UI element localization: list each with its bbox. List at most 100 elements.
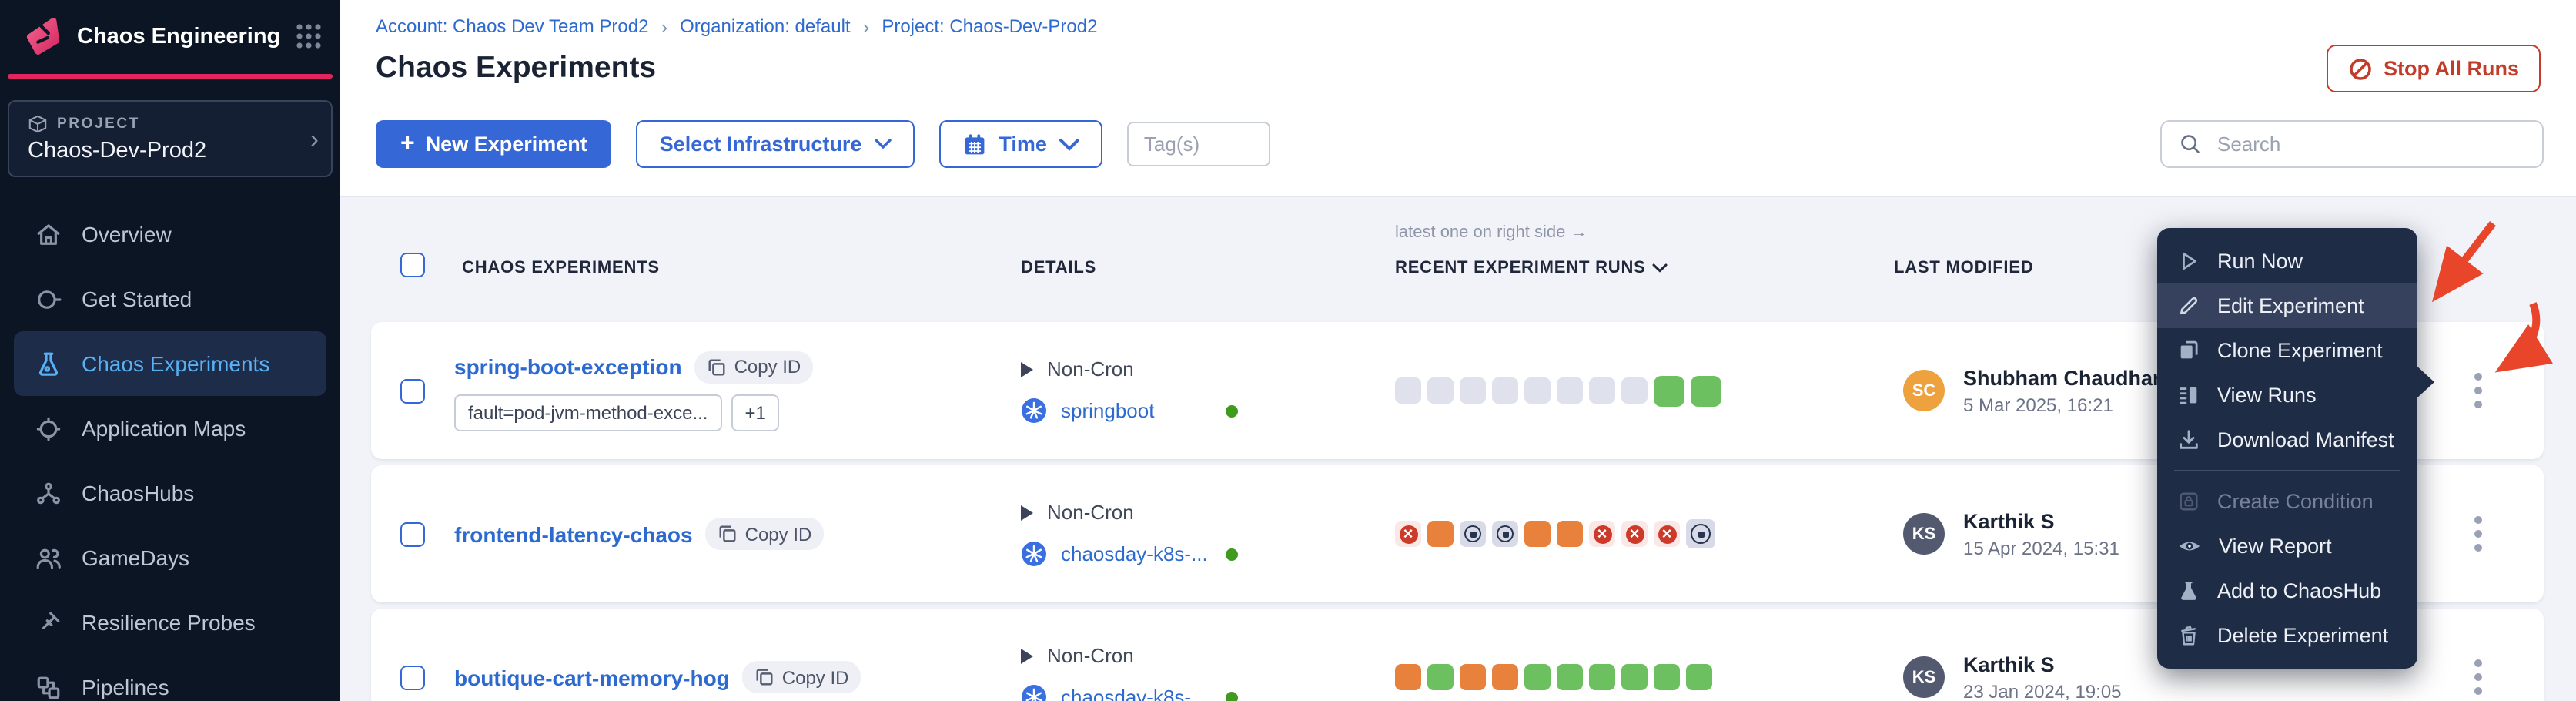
run-indicator-warning[interactable] bbox=[1460, 664, 1486, 690]
row-checkbox[interactable] bbox=[400, 665, 425, 689]
menu-item-download-manifest[interactable]: Download Manifest bbox=[2157, 418, 2417, 462]
column-header-last-modified[interactable]: LAST MODIFIED bbox=[1894, 259, 2034, 277]
menu-item-edit-experiment[interactable]: Edit Experiment bbox=[2157, 283, 2417, 328]
app-grid-icon[interactable] bbox=[294, 22, 323, 51]
copy-id-button[interactable]: Copy ID bbox=[705, 518, 825, 550]
tags-filter-input[interactable] bbox=[1127, 122, 1270, 166]
menu-item-run-now[interactable]: Run Now bbox=[2157, 239, 2417, 283]
experiment-name-link[interactable]: boutique-cart-memory-hog bbox=[454, 665, 730, 689]
infrastructure-link[interactable]: springboot bbox=[1061, 399, 1154, 422]
experiment-name-link[interactable]: frontend-latency-chaos bbox=[454, 522, 693, 546]
run-indicator-empty[interactable] bbox=[1460, 377, 1486, 404]
run-indicator-warning[interactable] bbox=[1492, 664, 1518, 690]
row-menu-button[interactable] bbox=[2459, 651, 2496, 701]
runs-list-icon bbox=[2177, 384, 2200, 407]
sidebar-item-gamedays[interactable]: GameDays bbox=[14, 525, 326, 590]
run-indicator-passed[interactable] bbox=[1557, 664, 1583, 690]
tag-chip[interactable]: fault=pod-jvm-method-exce... bbox=[454, 394, 722, 431]
sidebar-item-chaoshubs[interactable]: ChaosHubs bbox=[14, 461, 326, 525]
sidebar-item-resilience-probes[interactable]: Resilience Probes bbox=[14, 590, 326, 655]
run-indicator-passed[interactable] bbox=[1621, 664, 1648, 690]
menu-item-add-to-chaoshub[interactable]: Add to ChaosHub bbox=[2157, 569, 2417, 613]
run-indicator-stopped[interactable] bbox=[1460, 521, 1486, 547]
run-indicator-empty[interactable] bbox=[1621, 377, 1648, 404]
column-header-recent-runs[interactable]: RECENT EXPERIMENT RUNS bbox=[1395, 259, 1668, 277]
menu-item-view-runs[interactable]: View Runs bbox=[2157, 373, 2417, 418]
select-all-checkbox[interactable] bbox=[400, 253, 425, 277]
kubernetes-icon bbox=[1021, 397, 1047, 424]
breadcrumb-organization[interactable]: Organization: default bbox=[680, 15, 851, 37]
sidebar-item-overview[interactable]: Overview bbox=[14, 202, 326, 267]
modified-date: 5 Mar 2025, 16:21 bbox=[1963, 394, 2173, 415]
search-box[interactable] bbox=[2160, 120, 2544, 168]
column-header-details[interactable]: DETAILS bbox=[1021, 259, 1096, 277]
run-indicator-passed[interactable] bbox=[1686, 664, 1712, 690]
probe-icon bbox=[34, 609, 62, 636]
menu-item-view-report[interactable]: View Report bbox=[2157, 524, 2417, 569]
new-experiment-button[interactable]: + New Experiment bbox=[376, 120, 612, 168]
sidebar-item-get-started[interactable]: Get Started bbox=[14, 267, 326, 331]
select-infrastructure-dropdown[interactable]: Select Infrastructure bbox=[637, 120, 915, 168]
row-checkbox[interactable] bbox=[400, 522, 425, 546]
row-menu-button[interactable] bbox=[2459, 508, 2496, 560]
sidebar-nav: Overview Get Started Chaos Experiments bbox=[0, 202, 340, 701]
run-indicator-passed[interactable] bbox=[1589, 664, 1615, 690]
sidebar: Chaos Engineering PROJECT Chaos-Dev-Prod… bbox=[0, 0, 340, 701]
run-indicator-warning[interactable] bbox=[1427, 521, 1454, 547]
run-indicator-empty[interactable] bbox=[1589, 377, 1615, 404]
run-indicator-stopped[interactable] bbox=[1492, 521, 1518, 547]
row-menu-button[interactable] bbox=[2459, 364, 2496, 417]
chevron-right-icon: › bbox=[661, 15, 667, 38]
modified-date: 23 Jan 2024, 19:05 bbox=[1963, 680, 2122, 701]
run-indicator-passed[interactable] bbox=[1654, 375, 1684, 406]
tag-count-chip[interactable]: +1 bbox=[731, 394, 780, 431]
run-indicator-empty[interactable] bbox=[1524, 377, 1551, 404]
avatar: SC bbox=[1903, 370, 1945, 411]
run-indicator-failed[interactable] bbox=[1654, 521, 1680, 547]
copy-id-button[interactable]: Copy ID bbox=[694, 350, 814, 383]
sidebar-item-chaos-experiments[interactable]: Chaos Experiments bbox=[14, 331, 326, 396]
stop-all-runs-label: Stop All Runs bbox=[2384, 57, 2519, 80]
sidebar-item-application-maps[interactable]: Application Maps bbox=[14, 396, 326, 461]
run-indicator-passed[interactable] bbox=[1524, 664, 1551, 690]
run-indicator-empty[interactable] bbox=[1395, 377, 1421, 404]
copy-icon bbox=[718, 524, 738, 544]
run-indicator-failed[interactable] bbox=[1621, 521, 1648, 547]
row-checkbox[interactable] bbox=[400, 378, 425, 403]
run-indicator-passed[interactable] bbox=[1427, 664, 1454, 690]
copy-icon bbox=[754, 667, 774, 687]
experiment-name-link[interactable]: spring-boot-exception bbox=[454, 354, 682, 379]
copy-id-button[interactable]: Copy ID bbox=[742, 661, 861, 693]
run-indicator-failed[interactable] bbox=[1589, 521, 1615, 547]
prohibit-icon bbox=[2348, 56, 2373, 81]
run-indicator-passed[interactable] bbox=[1654, 664, 1680, 690]
run-indicator-empty[interactable] bbox=[1427, 377, 1454, 404]
breadcrumb-account[interactable]: Account: Chaos Dev Team Prod2 bbox=[376, 15, 648, 37]
run-indicator-passed[interactable] bbox=[1691, 375, 1721, 406]
sidebar-item-pipelines[interactable]: Pipelines bbox=[14, 655, 326, 701]
modified-by-name: Karthik S bbox=[1963, 509, 2119, 532]
time-filter-dropdown[interactable]: Time bbox=[938, 120, 1102, 168]
infrastructure-link[interactable]: chaosday-k8s-... bbox=[1061, 542, 1208, 565]
plus-icon: + bbox=[400, 132, 415, 156]
stop-all-runs-button[interactable]: Stop All Runs bbox=[2327, 45, 2541, 92]
run-indicator-stopped[interactable] bbox=[1686, 519, 1715, 548]
run-indicator-empty[interactable] bbox=[1557, 377, 1583, 404]
project-selector[interactable]: PROJECT Chaos-Dev-Prod2 › bbox=[8, 100, 333, 177]
kubernetes-icon bbox=[1021, 541, 1047, 567]
run-indicator-warning[interactable] bbox=[1395, 664, 1421, 690]
chevron-right-icon: › bbox=[863, 15, 870, 38]
infrastructure-link[interactable]: chaosday-k8s-... bbox=[1061, 686, 1208, 701]
run-indicator-warning[interactable] bbox=[1524, 521, 1551, 547]
clone-icon bbox=[2177, 339, 2200, 362]
run-indicator-warning[interactable] bbox=[1557, 521, 1583, 547]
menu-item-delete-experiment[interactable]: Delete Experiment bbox=[2157, 613, 2417, 658]
download-icon bbox=[2177, 428, 2200, 451]
breadcrumb-project[interactable]: Project: Chaos-Dev-Prod2 bbox=[882, 15, 1097, 37]
run-indicator-failed[interactable] bbox=[1395, 521, 1421, 547]
run-indicator-empty[interactable] bbox=[1492, 377, 1518, 404]
menu-item-clone-experiment[interactable]: Clone Experiment bbox=[2157, 328, 2417, 373]
column-header-chaos-experiments[interactable]: CHAOS EXPERIMENTS bbox=[462, 259, 660, 277]
sidebar-item-label: GameDays bbox=[82, 545, 189, 570]
search-input[interactable] bbox=[2214, 131, 2525, 157]
